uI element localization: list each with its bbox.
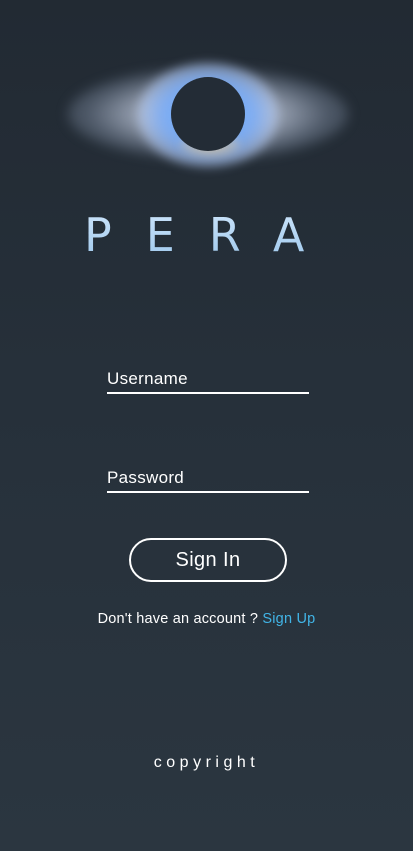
eclipse-icon: [60, 55, 356, 175]
brand-title: PERA: [84, 206, 344, 264]
logo-moon-disc: [171, 77, 245, 151]
signup-prompt-text: Don't have an account ?: [97, 611, 259, 627]
username-input[interactable]: [107, 366, 309, 392]
password-input[interactable]: [107, 465, 309, 491]
copyright-text: copyright: [153, 754, 260, 771]
password-field[interactable]: [107, 465, 309, 493]
sign-up-link[interactable]: Sign Up: [262, 611, 315, 627]
username-field[interactable]: [107, 366, 309, 394]
sign-in-button[interactable]: Sign In: [129, 538, 287, 582]
login-screen: PERA Sign In Don't have an account ? Sig…: [0, 0, 413, 851]
signup-prompt-row: Don't have an account ? Sign Up: [0, 611, 413, 627]
